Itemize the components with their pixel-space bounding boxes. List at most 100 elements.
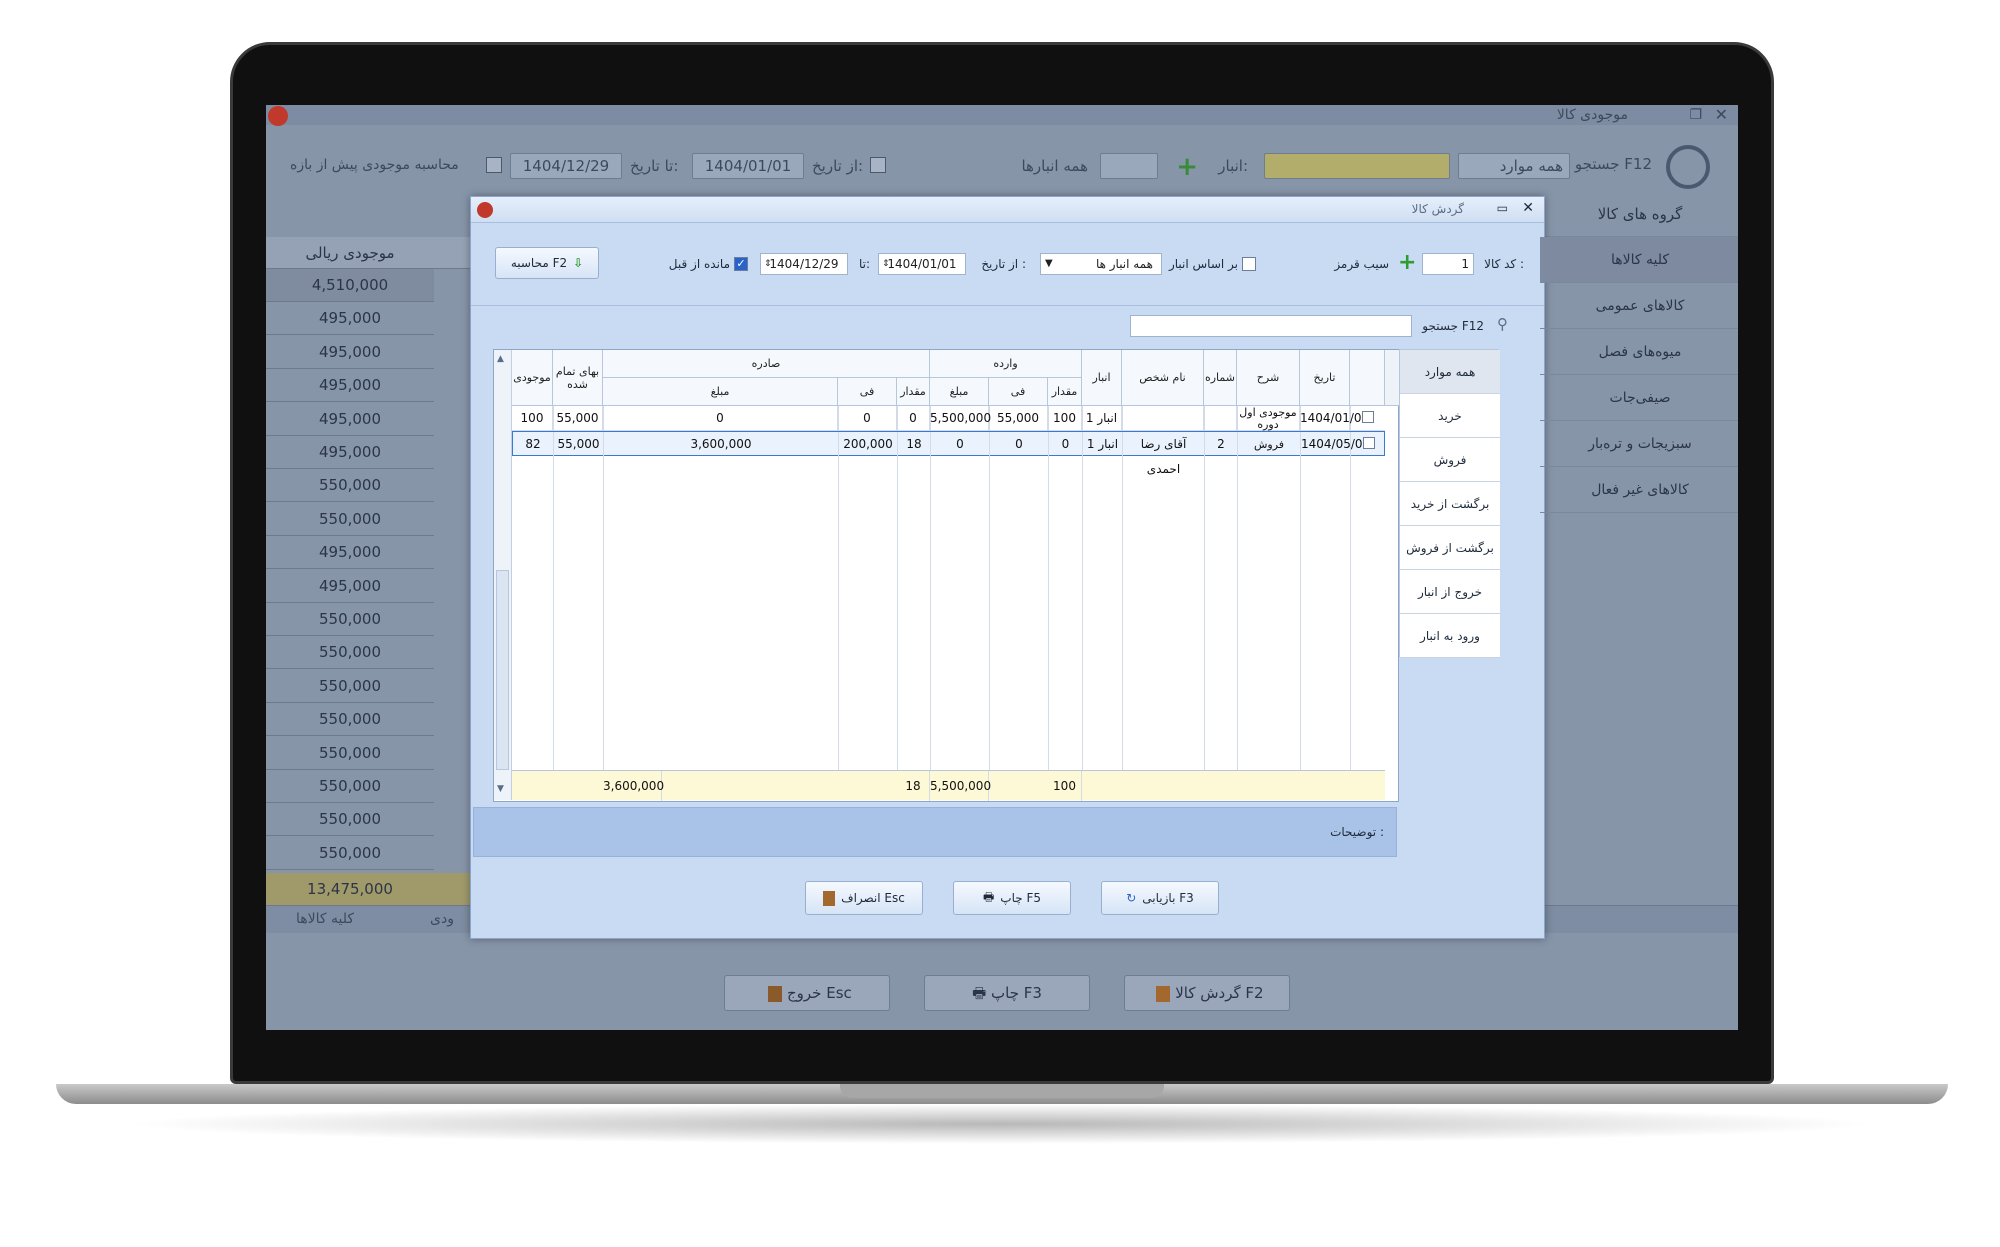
cell-stock: 82 — [513, 432, 554, 457]
to-date-value: 1404/12/29 — [769, 257, 839, 271]
bg-value-row[interactable]: 550,000 — [266, 636, 434, 670]
bg-column-header: موجودی ریالی — [266, 237, 434, 269]
bg-rows: 4,510,000 495,000 495,000 495,000 495,000 495… — [266, 269, 434, 870]
bg-value-row[interactable]: 495,000 — [266, 570, 434, 603]
bg-add-icon[interactable]: + — [1176, 154, 1198, 180]
header-out-qty: مقدار — [897, 378, 930, 406]
cell-number — [1204, 406, 1237, 431]
bg-printer-icon: 🖶 — [972, 984, 987, 1002]
side-filter-item[interactable]: فروش — [1400, 438, 1500, 482]
product-name: سیب قرمز — [1334, 257, 1389, 271]
from-date-input[interactable]: 1404/01/01 ⇕ — [878, 253, 966, 275]
bg-groups-header: گروه های کالا — [1540, 191, 1738, 237]
header-cost: بهای تمام شده — [553, 350, 603, 406]
notes-panel[interactable] — [473, 807, 1397, 857]
bg-value-row[interactable]: 495,000 — [266, 336, 434, 369]
bg-tab-all-products[interactable]: کلیه کالاها — [296, 911, 354, 927]
table-row[interactable]: 1404/01/01 موجودی اول دوره انبار 1 100 55,00… — [512, 406, 1385, 431]
bg-print-button[interactable]: 🖶 چاپ F3 — [924, 975, 1090, 1011]
bg-value-row[interactable]: 550,000 — [266, 803, 434, 837]
bg-warehouses-value: همه انبارها — [1021, 157, 1088, 175]
bg-from-checkbox[interactable] — [870, 157, 886, 173]
bg-value-row[interactable]: 550,000 — [266, 503, 434, 536]
by-warehouse-label: بر اساس انبار — [1168, 257, 1238, 271]
carry-over-checkbox[interactable]: ✓ — [734, 257, 748, 271]
bg-turnover-button[interactable]: گردش کالا F2 — [1124, 975, 1290, 1011]
bg-calc-checkbox[interactable] — [486, 157, 502, 173]
bg-value-row[interactable]: 550,000 — [266, 837, 434, 870]
bg-value-row[interactable]: 550,000 — [266, 603, 434, 636]
header-incoming: وارده — [930, 350, 1082, 378]
print-button[interactable]: 🖶 چاپ F5 — [953, 881, 1071, 915]
bg-value-row[interactable]: 4,510,000 — [266, 269, 434, 302]
side-filter-item[interactable]: خرید — [1400, 394, 1500, 438]
bg-value-row[interactable]: 495,000 — [266, 302, 434, 336]
bg-restore-icon[interactable]: ❐ — [1689, 105, 1702, 125]
dialog-close-icon[interactable]: ✕ — [1522, 200, 1534, 216]
scroll-down-icon[interactable]: ▼ — [497, 784, 504, 794]
bg-warehouse-field[interactable] — [1100, 153, 1158, 179]
bg-close-icon[interactable]: ✕ — [1715, 105, 1728, 125]
cell-in-fee: 55,000 — [989, 406, 1048, 431]
bg-value-row[interactable]: 550,000 — [266, 770, 434, 803]
transaction-type-list: همه موارد خرید فروش برگشت از خرید برگشت از ف… — [1399, 349, 1500, 658]
bg-tab-stock[interactable]: ودی — [430, 911, 454, 927]
bg-value-row[interactable]: 550,000 — [266, 703, 434, 737]
bg-search-combo[interactable]: همه موارد — [1458, 153, 1570, 179]
bg-value-row[interactable]: 495,000 — [266, 403, 434, 436]
row-checkbox[interactable] — [1363, 437, 1375, 449]
side-filter-item[interactable]: ورود به انبار — [1400, 614, 1500, 658]
grid-column-line — [989, 406, 990, 770]
grid-column-line — [1082, 406, 1083, 770]
header-warehouse: انبار — [1082, 350, 1122, 406]
search-icon[interactable] — [1666, 145, 1710, 189]
warehouse-select[interactable]: همه انبار ها ▼ — [1040, 253, 1162, 275]
bg-value-row[interactable]: 495,000 — [266, 436, 434, 469]
by-warehouse-checkbox[interactable] — [1242, 257, 1256, 271]
bg-group-item[interactable]: سبزیجات و تره‌بار — [1540, 421, 1738, 467]
filter-separator — [471, 305, 1544, 306]
cell-warehouse: انبار 1 — [1083, 432, 1123, 457]
side-filter-item[interactable]: خروج از انبار — [1400, 570, 1500, 614]
download-arrow-icon: ⇩ — [573, 256, 584, 270]
bg-value-row[interactable]: 550,000 — [266, 737, 434, 770]
refresh-button[interactable]: ↻ بازیابی F3 — [1101, 881, 1219, 915]
refresh-icon: ↻ — [1126, 891, 1137, 905]
bg-from-date[interactable]: 1404/01/01 — [692, 153, 804, 179]
calculate-label: محاسبه F2 — [510, 256, 568, 270]
bg-group-item[interactable]: کالاهای عمومی — [1540, 283, 1738, 329]
bg-value-row[interactable]: 550,000 — [266, 670, 434, 703]
bg-group-item[interactable]: صیفی‌جات — [1540, 375, 1738, 421]
scroll-up-icon[interactable]: ▲ — [497, 354, 504, 364]
side-filter-item[interactable]: همه موارد — [1400, 350, 1500, 394]
bg-group-item[interactable]: کالاهای غیر فعال — [1540, 467, 1738, 513]
add-product-icon[interactable]: + — [1398, 252, 1416, 274]
header-outgoing: صادره — [603, 350, 930, 378]
dialog-restore-icon[interactable]: ▭ — [1497, 201, 1508, 215]
calculate-button[interactable]: محاسبه F2 ⇩ — [495, 247, 599, 279]
cancel-button[interactable]: انصراف Esc — [805, 881, 923, 915]
row-checkbox[interactable] — [1362, 411, 1374, 423]
warehouse-select-value: همه انبار ها — [1095, 257, 1153, 271]
bg-to-date[interactable]: 1404/12/29 — [510, 153, 622, 179]
bg-total-extra — [434, 873, 474, 905]
bg-exit-button[interactable]: خروج Esc — [724, 975, 890, 1011]
bg-value-row[interactable]: 495,000 — [266, 536, 434, 570]
side-filter-item[interactable]: برگشت از فروش — [1400, 526, 1500, 570]
to-date-input[interactable]: 1404/12/29 ⇕ — [760, 253, 848, 275]
grid-column-line — [1300, 406, 1301, 770]
bg-group-item[interactable]: کلیه کالاها — [1540, 237, 1738, 283]
bg-value-row[interactable]: 550,000 — [266, 469, 434, 503]
cell-out-amount: 3,600,000 — [604, 432, 839, 457]
code-input[interactable]: 1 — [1422, 253, 1474, 275]
header-in-qty: مقدار — [1048, 378, 1082, 406]
side-filter-item[interactable]: برگشت از خرید — [1400, 482, 1500, 526]
refresh-label: بازیابی F3 — [1142, 891, 1194, 905]
bg-yellow-field[interactable] — [1264, 153, 1450, 179]
table-row[interactable]: 1404/05/01 فروش 2 آقای رضا احمدی انبار 10001… — [512, 431, 1385, 476]
bg-value-row[interactable]: 495,000 — [266, 369, 434, 403]
scroll-thumb[interactable] — [496, 570, 509, 770]
laptop-shadow — [120, 1104, 1880, 1144]
dialog-search-input[interactable] — [1130, 315, 1412, 337]
bg-group-item[interactable]: میوه‌های فصل — [1540, 329, 1738, 375]
